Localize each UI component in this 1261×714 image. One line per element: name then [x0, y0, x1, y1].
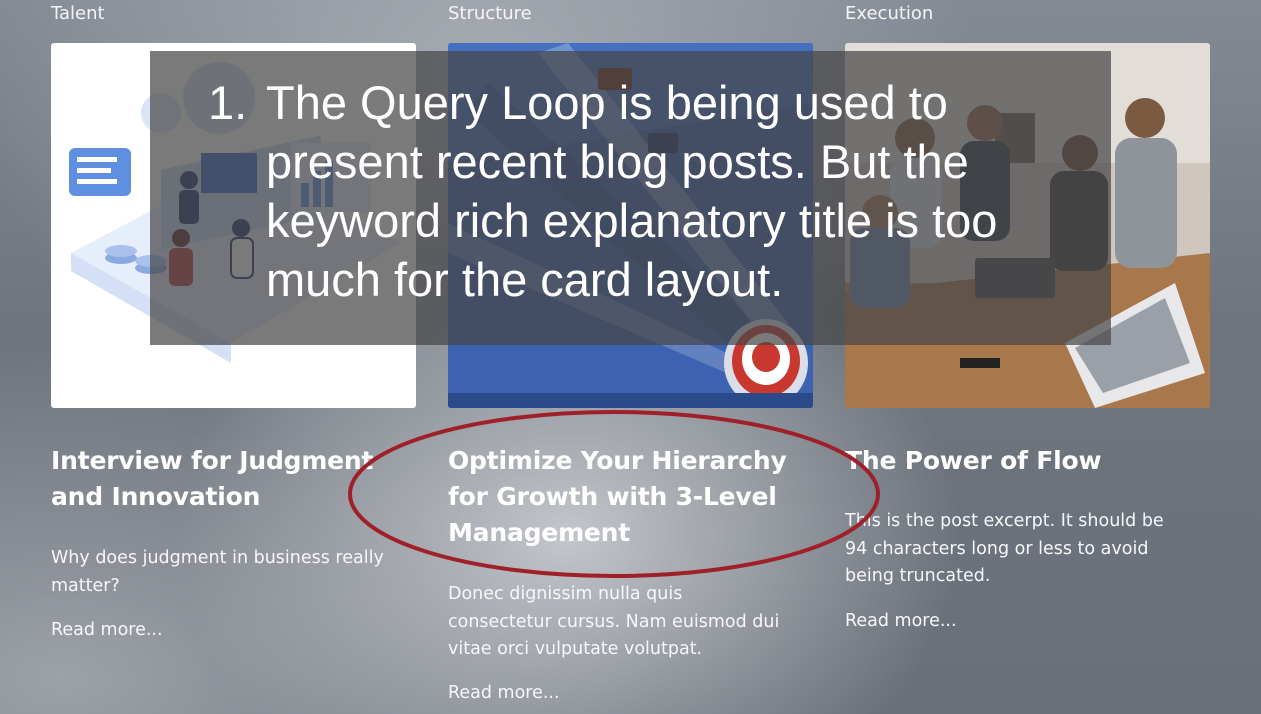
- category-label[interactable]: Talent: [51, 3, 105, 25]
- annotation-text: 1. The Query Loop is being used to prese…: [208, 73, 1068, 309]
- category-label[interactable]: Execution: [845, 3, 933, 25]
- annotation-number: 1.: [208, 76, 248, 129]
- post-title[interactable]: The Power of Flow: [845, 443, 1210, 479]
- post-excerpt: Donec dignissim nulla quis consectetur c…: [448, 584, 780, 659]
- read-more-link[interactable]: Read more...: [845, 610, 957, 632]
- annotation-body: The Query Loop is being used to present …: [266, 76, 998, 306]
- category-label[interactable]: Structure: [448, 3, 532, 25]
- annotation-overlay: 1. The Query Loop is being used to prese…: [150, 51, 1111, 345]
- post-title[interactable]: Optimize Your Hierarchy for Growth with …: [448, 443, 813, 551]
- post-excerpt: This is the post excerpt. It should be 9…: [845, 511, 1164, 586]
- post-title[interactable]: Interview for Judgment and Innovation: [51, 443, 416, 515]
- post-excerpt: Why does judgment in business really mat…: [51, 548, 384, 596]
- read-more-link[interactable]: Read more...: [448, 682, 560, 704]
- read-more-link[interactable]: Read more...: [51, 619, 163, 641]
